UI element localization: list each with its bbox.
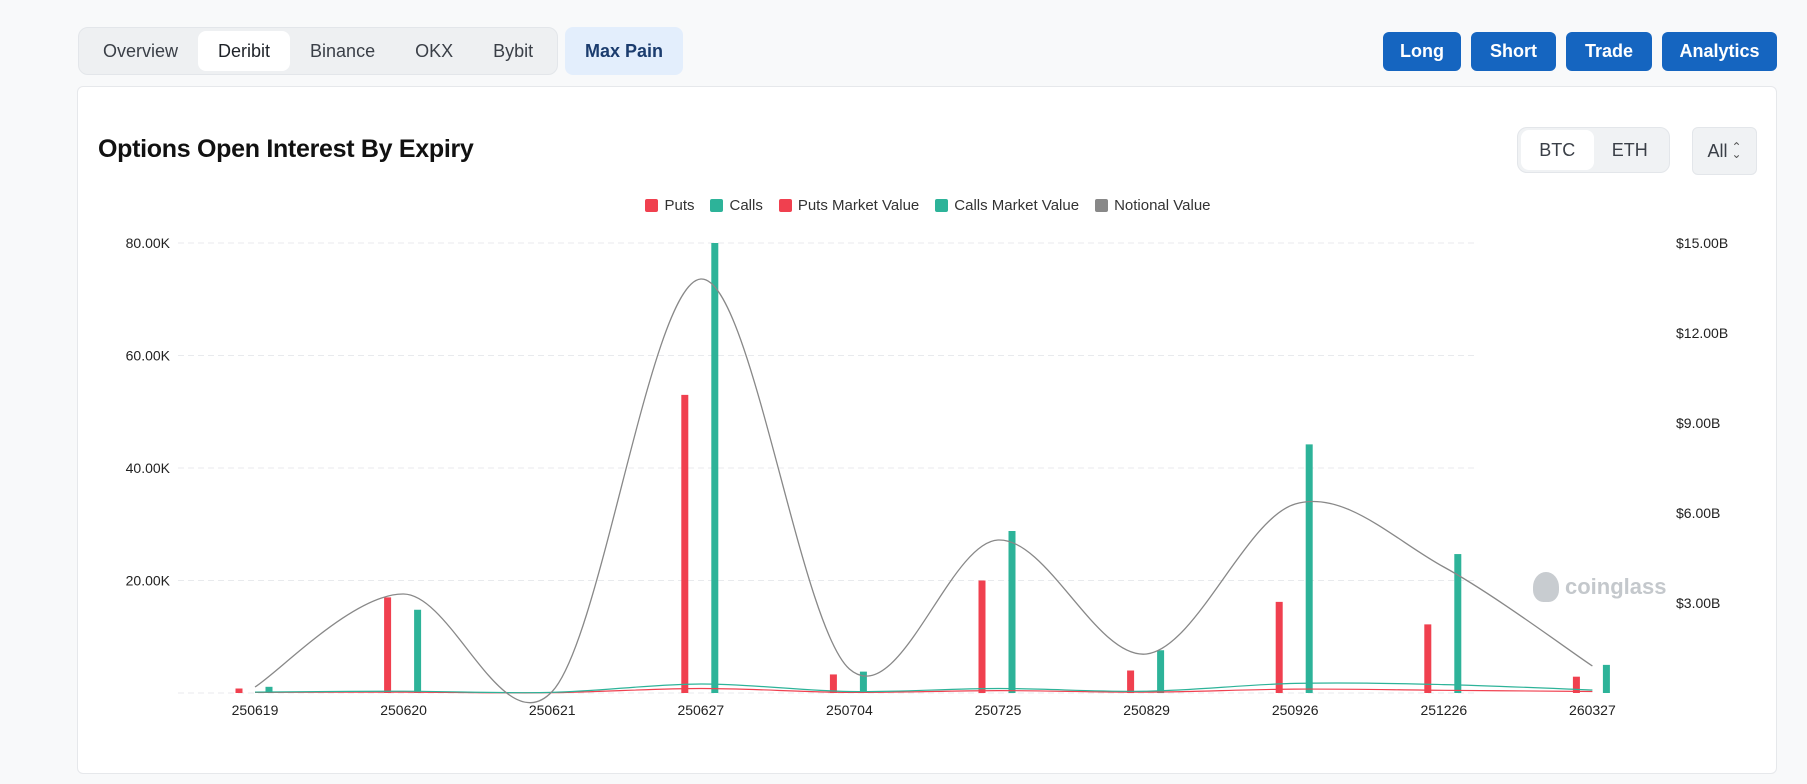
max-pain-button[interactable]: Max Pain — [565, 27, 684, 75]
x-axis-tick-label: 260327 — [1569, 702, 1616, 718]
calls-bar — [1008, 531, 1016, 693]
tab-bybit[interactable]: Bybit — [473, 31, 553, 71]
puts-bar — [1275, 601, 1283, 693]
calls-bar — [1157, 650, 1165, 693]
left-axis-tick-label: 40.00K — [126, 460, 171, 476]
tab-deribit[interactable]: Deribit — [198, 31, 291, 71]
trade-button[interactable]: Trade — [1566, 32, 1652, 71]
puts-bar — [1424, 624, 1432, 693]
coinglass-watermark: coinglass — [1533, 572, 1666, 602]
x-axis-tick-label: 251226 — [1420, 702, 1467, 718]
puts-bar — [1572, 676, 1580, 693]
right-axis-tick-label: $3.00B — [1676, 595, 1720, 611]
puts-bar — [978, 580, 986, 693]
x-axis-tick-label: 250704 — [826, 702, 873, 718]
calls-bar — [1602, 664, 1610, 693]
x-axis-tick-label: 250627 — [677, 702, 724, 718]
puts-bar — [1127, 670, 1135, 693]
analytics-button[interactable]: Analytics — [1662, 32, 1777, 71]
x-axis-tick-label: 250619 — [232, 702, 279, 718]
calls-bar — [711, 243, 719, 693]
tab-binance[interactable]: Binance — [290, 31, 395, 71]
puts-bar — [384, 597, 392, 693]
notional-value-line — [254, 278, 1593, 704]
calls-bar — [1305, 444, 1313, 693]
x-axis-tick-label: 250620 — [380, 702, 427, 718]
x-axis-tick-label: 250926 — [1272, 702, 1319, 718]
tab-overview[interactable]: Overview — [83, 31, 198, 71]
x-axis-tick-label: 250725 — [975, 702, 1022, 718]
left-axis-tick-label: 80.00K — [126, 235, 171, 251]
x-axis-tick-label: 250829 — [1123, 702, 1170, 718]
puts-bar — [681, 394, 689, 693]
options-oi-card: Options Open Interest By Expiry BTC ETH … — [77, 86, 1777, 774]
calls-bar — [414, 609, 422, 693]
short-button[interactable]: Short — [1471, 32, 1556, 71]
x-axis-tick-label: 250621 — [529, 702, 576, 718]
top-bar: Overview Deribit Binance OKX Bybit Max P… — [0, 0, 1807, 88]
right-axis-tick-label: $12.00B — [1676, 325, 1728, 341]
puts-bar — [235, 688, 243, 693]
right-axis-tick-label: $6.00B — [1676, 505, 1720, 521]
puts-bar — [829, 674, 837, 693]
left-axis-tick-label: 20.00K — [126, 573, 171, 589]
left-axis-tick-label: 60.00K — [126, 348, 171, 364]
right-axis-tick-label: $15.00B — [1676, 235, 1728, 251]
exchange-tabs: Overview Deribit Binance OKX Bybit — [78, 27, 559, 75]
right-axis-tick-label: $9.00B — [1676, 415, 1720, 431]
tab-okx[interactable]: OKX — [395, 31, 473, 71]
long-button[interactable]: Long — [1383, 32, 1461, 71]
coinglass-logo-icon — [1533, 572, 1559, 602]
oi-chart[interactable]: 20.00K 40.00K 60.00K 80.00K $3.00B $6.00B $9.0… — [78, 87, 1778, 775]
watermark-text: coinglass — [1565, 574, 1667, 599]
